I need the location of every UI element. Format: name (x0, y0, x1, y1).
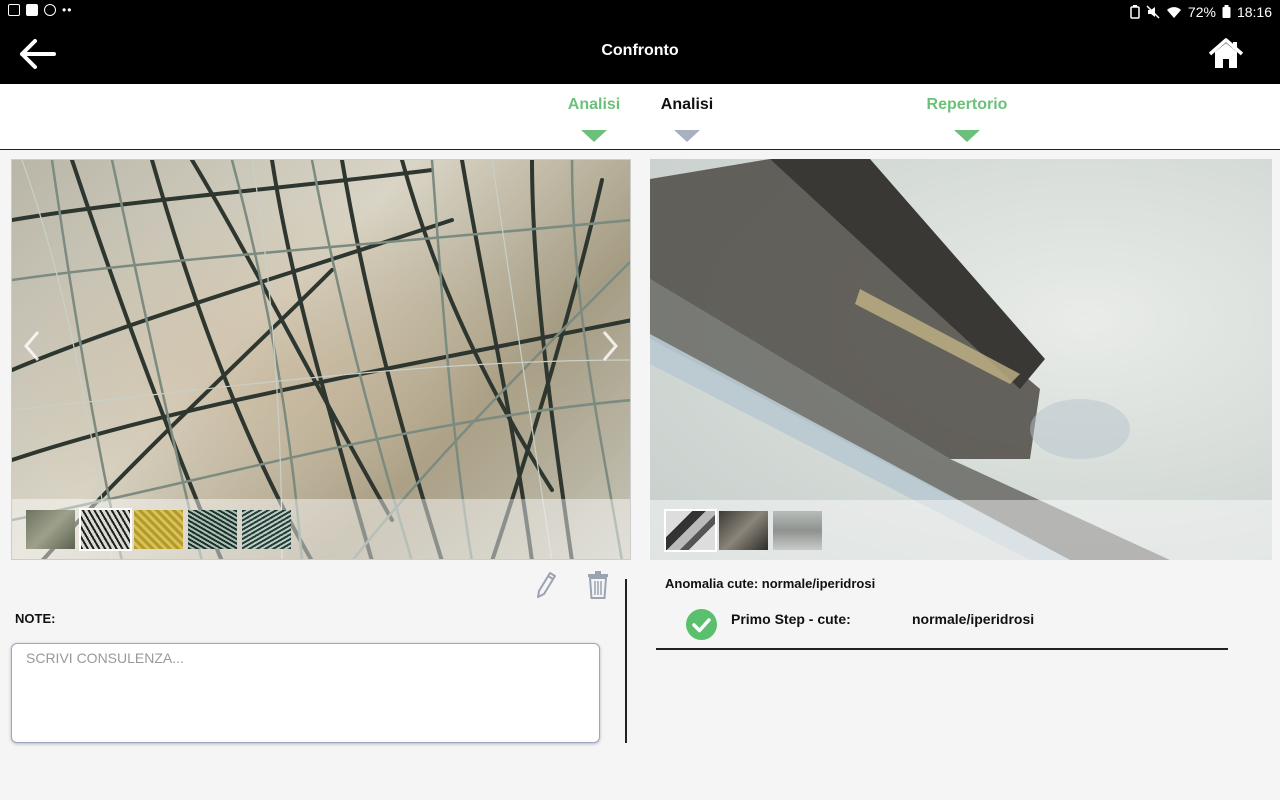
thumbnail[interactable] (134, 510, 183, 549)
battery-percent: 72% (1187, 4, 1216, 20)
wifi-icon (1166, 7, 1181, 18)
home-icon (1208, 38, 1244, 68)
tab-bar: Analisi Analisi Repertorio (0, 84, 1280, 150)
thumbnail[interactable] (719, 511, 768, 550)
step-label: Primo Step - cute: (731, 611, 851, 627)
thumbnail[interactable] (773, 511, 822, 550)
tab-indicator-icon (954, 130, 980, 142)
thumbnail-selected[interactable] (664, 509, 717, 552)
status-right: 72% 18:16 (1130, 4, 1272, 20)
page-title: Confronto (601, 42, 679, 59)
thumbnail-selected[interactable] (79, 508, 132, 551)
tab-label: Analisi (567, 96, 621, 113)
vertical-divider (625, 579, 627, 743)
clock: 18:16 (1236, 4, 1272, 20)
mute-icon (1146, 5, 1160, 19)
status-left: •• (8, 4, 72, 16)
battery-saver-icon (1130, 5, 1140, 19)
pencil-icon (537, 572, 556, 598)
thumbnail[interactable] (26, 510, 75, 549)
tab-analisi-1[interactable]: Analisi (566, 96, 622, 142)
previous-image-button[interactable] (20, 328, 44, 364)
tab-indicator-icon (581, 130, 607, 142)
trash-icon (588, 571, 608, 599)
horizontal-divider (656, 648, 1228, 650)
thumbnail-strip (12, 499, 630, 559)
more-notifications: •• (62, 3, 73, 17)
tab-analisi-2[interactable]: Analisi (659, 96, 715, 142)
thumbnail[interactable] (188, 510, 237, 549)
edit-button[interactable] (535, 569, 557, 599)
tab-label: Analisi (660, 96, 714, 113)
chevron-right-icon (602, 331, 618, 361)
chevron-left-icon (24, 331, 40, 361)
check-icon (686, 609, 717, 640)
thumbnail[interactable] (242, 510, 291, 549)
right-image-panel[interactable] (650, 159, 1272, 560)
tab-repertorio[interactable]: Repertorio (925, 96, 1009, 142)
delete-button[interactable] (587, 569, 609, 599)
next-image-button[interactable] (598, 328, 622, 364)
left-image-panel[interactable] (11, 159, 631, 560)
status-bar: •• 72% 18:16 (0, 0, 1280, 24)
anomaly-text: Anomalia cute: normale/iperidrosi (665, 576, 876, 591)
step-value: normale/iperidrosi (912, 611, 1035, 627)
home-button[interactable] (1208, 37, 1244, 71)
tab-label: Repertorio (926, 96, 1008, 113)
note-label: NOTE: (15, 611, 56, 626)
gallery-icon (8, 4, 20, 16)
app-bar: Confronto (0, 24, 1280, 84)
thumbnail-strip (650, 500, 1272, 560)
sync-icon (44, 4, 56, 16)
tab-indicator-icon (674, 130, 700, 142)
consultation-input[interactable] (11, 643, 600, 743)
battery-icon (1222, 5, 1231, 18)
flipboard-icon (26, 4, 38, 16)
